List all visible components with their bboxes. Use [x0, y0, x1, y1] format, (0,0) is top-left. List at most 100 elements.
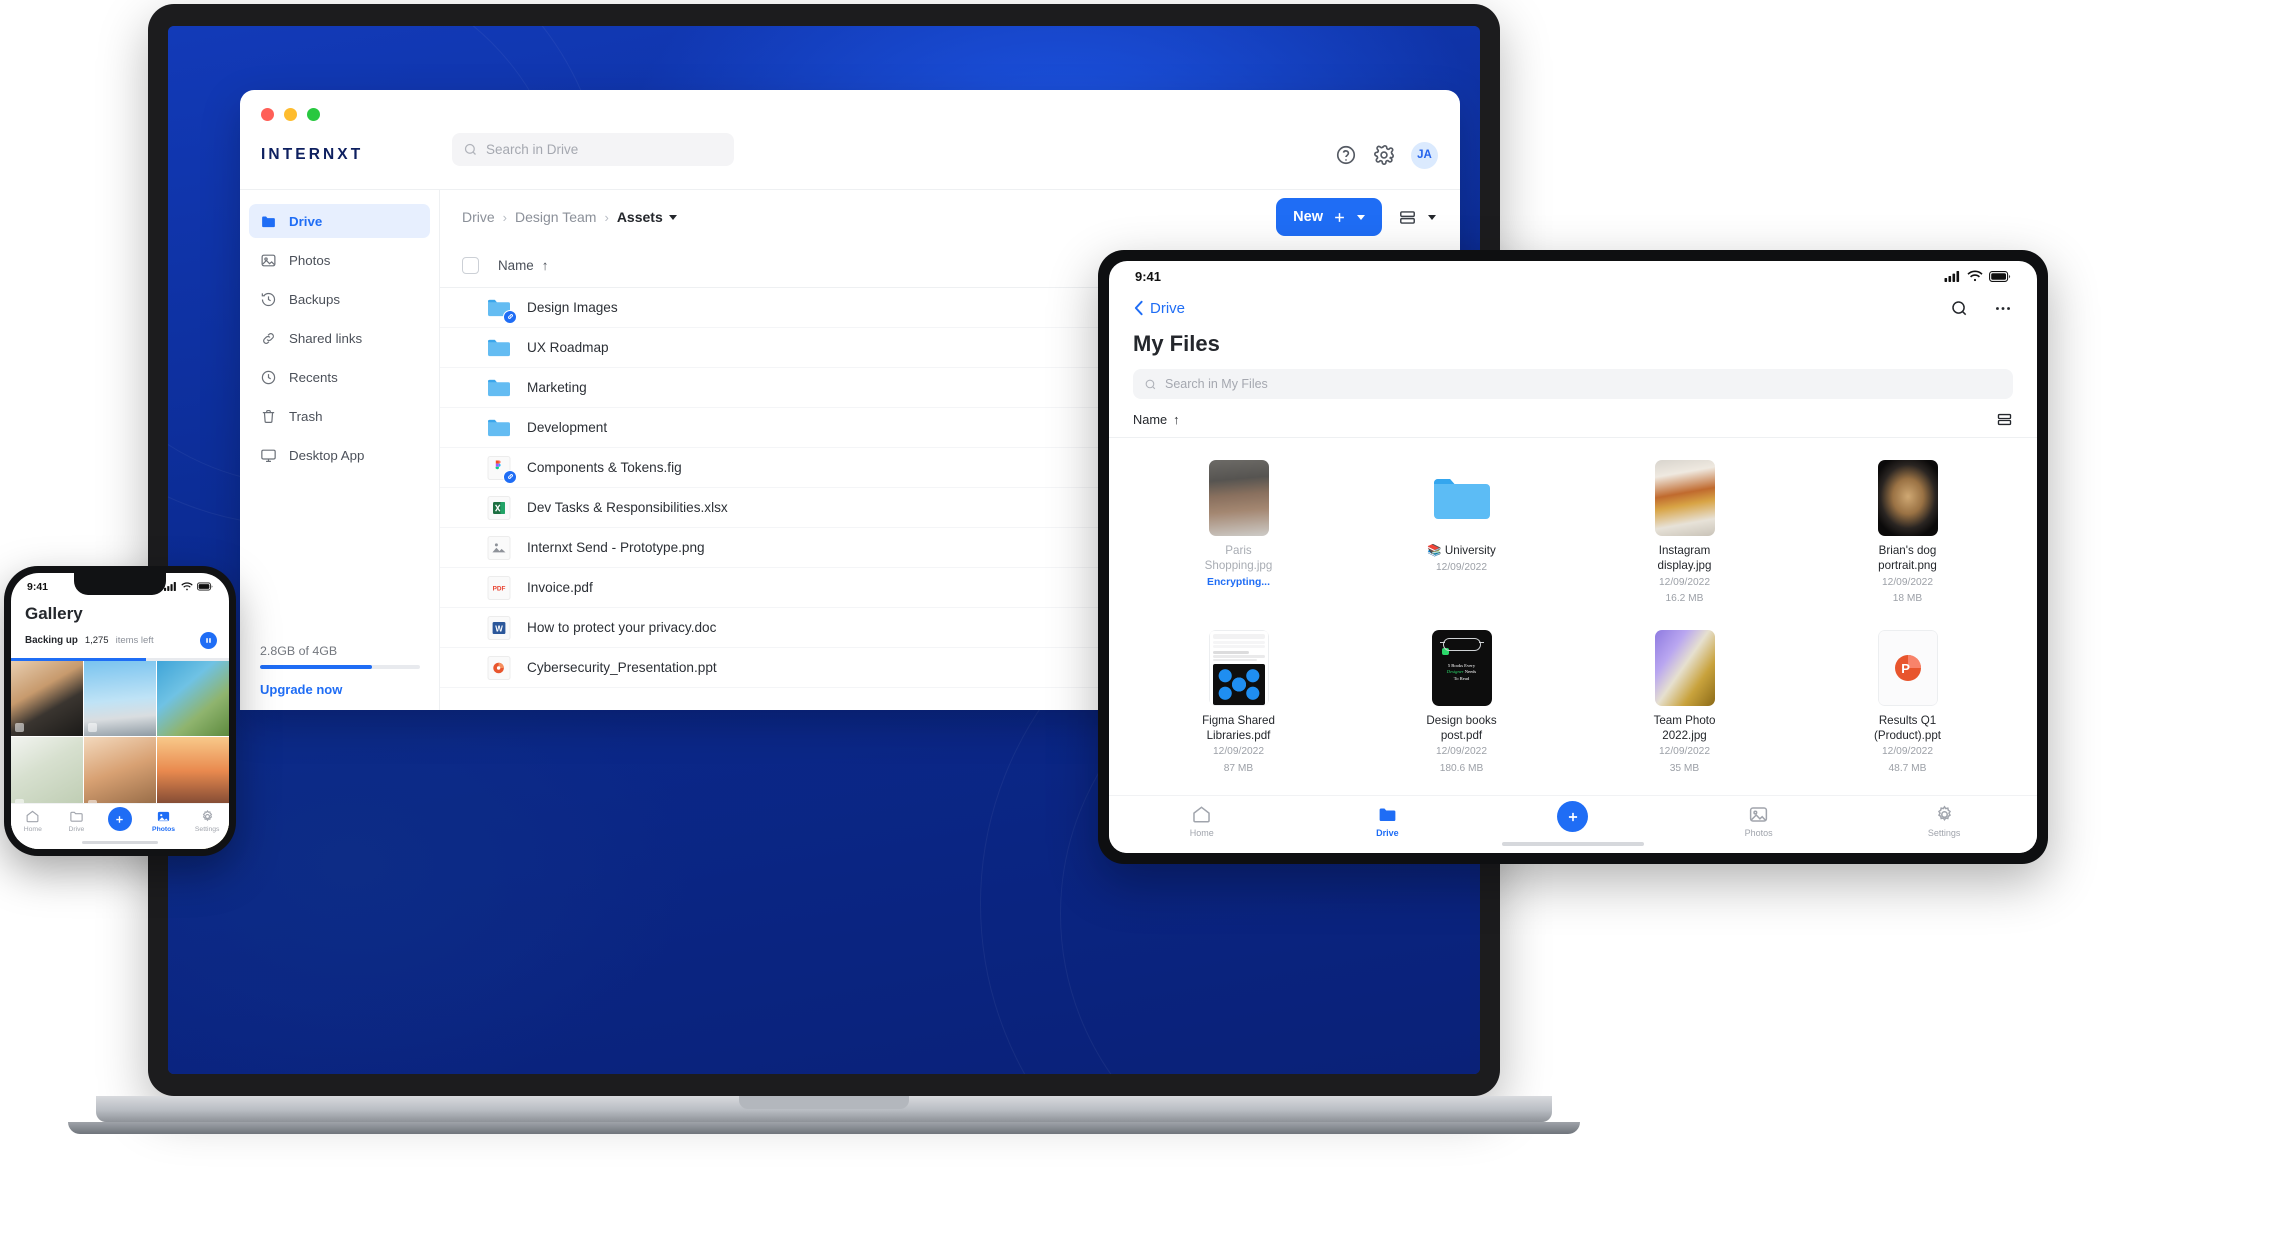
list-item[interactable]: 5 Books Every Designer Needs To Read Design…: [1350, 622, 1573, 786]
breadcrumb-current[interactable]: Assets: [617, 209, 663, 225]
maximize-window-button[interactable]: [307, 108, 320, 121]
list-view-icon[interactable]: [1996, 411, 2013, 428]
breadcrumb-root[interactable]: Drive: [462, 209, 495, 225]
photo-thumbnail[interactable]: 0:24: [84, 737, 156, 813]
create-new-fab[interactable]: [1557, 801, 1589, 832]
photo-thumbnail[interactable]: [157, 660, 229, 736]
upgrade-now-link[interactable]: Upgrade now: [260, 682, 420, 697]
drive-search-placeholder: Search in Drive: [486, 142, 579, 157]
more-horizontal-icon[interactable]: [1993, 299, 2013, 318]
tablet-nav-row: Drive: [1109, 291, 2037, 325]
sidebar-item-backups[interactable]: Backups: [249, 282, 430, 316]
list-item[interactable]: 📚 University 12/09/2022: [1350, 452, 1573, 616]
pause-backup-button[interactable]: [200, 632, 217, 649]
file-name-text: Paris Shopping.jpg: [1204, 544, 1273, 572]
file-date-label: 12/09/2022: [1882, 746, 1933, 758]
drive-search-input[interactable]: Search in Drive: [452, 133, 734, 166]
file-name-cell: PDF Invoice.pdf: [486, 575, 1111, 601]
back-to-drive-button[interactable]: Drive: [1133, 300, 1185, 317]
phone-status-time: 9:41: [27, 580, 49, 593]
laptop-base-notch: [739, 1096, 909, 1109]
clock-rewind-icon: [261, 292, 276, 306]
search-icon[interactable]: [1950, 299, 1969, 318]
tablet-chassis: 9:41 Drive My Files Search in My Files N…: [1098, 250, 2048, 864]
gear-icon[interactable]: [1373, 144, 1395, 166]
phone-nav-create[interactable]: [98, 807, 142, 831]
photo-thumbnail[interactable]: [84, 660, 156, 736]
list-item[interactable]: Paris Shopping.jpg Encrypting...: [1127, 452, 1350, 616]
backup-items-count: 1,275: [84, 635, 109, 646]
photo-thumbnail[interactable]: [157, 737, 229, 813]
phone-nav-photos[interactable]: Photos: [142, 809, 186, 833]
image-file-icon: [487, 535, 511, 560]
file-name-label: 📚 University: [1427, 544, 1496, 559]
phone-nav-home[interactable]: Home: [11, 809, 55, 833]
user-avatar[interactable]: JA: [1411, 141, 1438, 169]
create-new-fab[interactable]: [107, 807, 132, 831]
file-name-label: Dev Tasks & Responsibilities.xlsx: [527, 500, 728, 515]
file-name-label: Instagram display.jpg: [1639, 544, 1731, 574]
sidebar-item-label: Recents: [289, 369, 338, 385]
sidebar-item-trash[interactable]: Trash: [249, 399, 430, 433]
file-size-label: 16.2 MB: [1665, 592, 1704, 604]
file-size-label: 180.6 MB: [1439, 762, 1484, 774]
select-all-checkbox[interactable]: [462, 257, 479, 274]
tablet-nav-home[interactable]: Home: [1109, 804, 1295, 838]
link-icon: [507, 314, 513, 319]
file-size-label: 48.7 MB: [1888, 762, 1927, 774]
help-circle-icon[interactable]: [1335, 144, 1357, 166]
sort-label[interactable]: Name: [1133, 412, 1167, 427]
svg-text:P: P: [1901, 661, 1910, 676]
backup-status-label: Backing up: [25, 635, 78, 646]
list-item[interactable]: Instagram display.jpg 12/09/2022 16.2 MB: [1573, 452, 1796, 616]
minimize-window-button[interactable]: [284, 108, 297, 121]
sidebar-item-photos[interactable]: Photos: [249, 243, 430, 277]
sidebar: Drive Photos Backups Shared links Recent…: [240, 190, 440, 710]
new-button[interactable]: New: [1276, 198, 1382, 236]
file-size-label: 87 MB: [1223, 762, 1254, 774]
chevron-down-icon[interactable]: [668, 214, 677, 220]
file-name-text: Design books post.pdf: [1426, 713, 1497, 742]
folder-icon: [1379, 808, 1396, 821]
view-mode-toggle[interactable]: [1398, 208, 1436, 227]
sort-ascending-icon: ↑: [541, 258, 549, 273]
file-name-label: Design Images: [527, 300, 618, 315]
search-icon: [464, 143, 476, 155]
shared-link-badge: [503, 309, 517, 324]
photo-thumbnail[interactable]: [11, 660, 83, 736]
breadcrumb-bar: Drive › Design Team › Assets New: [440, 190, 1460, 244]
phone-nav-drive[interactable]: Drive: [55, 809, 99, 833]
phone-screen: 9:41 Gallery Backing up 1,275 items left: [11, 573, 229, 849]
file-date-label: 12/09/2022: [1436, 746, 1487, 758]
file-date-label: 12/09/2022: [1659, 746, 1710, 758]
sidebar-item-label: Shared links: [289, 330, 363, 346]
file-type-icon: W: [486, 615, 512, 641]
list-item[interactable]: P Results Q1 (Product).ppt 12/09/2022 48.7 …: [1796, 622, 2019, 786]
phone-nav-settings[interactable]: Settings: [185, 809, 229, 833]
tablet-nav-settings[interactable]: Settings: [1851, 804, 2037, 838]
column-header-name[interactable]: Name ↑: [498, 258, 1111, 273]
photo-thumbnail[interactable]: [11, 737, 83, 813]
tablet-nav-drive[interactable]: Drive: [1295, 804, 1481, 838]
phone-nav-label: Home: [23, 826, 42, 833]
tablet-nav-create[interactable]: [1480, 801, 1666, 832]
list-item[interactable]: Brian's dog portrait.png 12/09/2022 18 MB: [1796, 452, 2019, 616]
list-view-icon: [1400, 210, 1415, 224]
file-date-label: 12/09/2022: [1436, 561, 1487, 573]
sidebar-item-drive[interactable]: Drive: [249, 204, 430, 238]
sidebar-item-shared-links[interactable]: Shared links: [249, 321, 430, 355]
tablet-search-input[interactable]: Search in My Files: [1133, 369, 2013, 399]
list-item[interactable]: Figma Shared Libraries.pdf 12/09/2022 87 M…: [1127, 622, 1350, 786]
sidebar-item-recents[interactable]: Recents: [249, 360, 430, 394]
sort-ascending-icon[interactable]: ↑: [1173, 412, 1179, 427]
tablet-nav-photos[interactable]: Photos: [1666, 804, 1852, 838]
gear-icon: [1937, 805, 1951, 822]
file-name-cell: W How to protect your privacy.doc: [486, 615, 1111, 641]
list-item[interactable]: Team Photo 2022.jpg 12/09/2022 35 MB: [1573, 622, 1796, 786]
close-window-button[interactable]: [261, 108, 274, 121]
breadcrumb-middle[interactable]: Design Team: [515, 209, 596, 225]
sidebar-item-desktop-app[interactable]: Desktop App: [249, 438, 430, 472]
sidebar-item-label: Trash: [289, 408, 323, 424]
tablet-sort-row: Name ↑: [1109, 399, 2037, 438]
cellular-signal-icon: [1944, 270, 1960, 282]
